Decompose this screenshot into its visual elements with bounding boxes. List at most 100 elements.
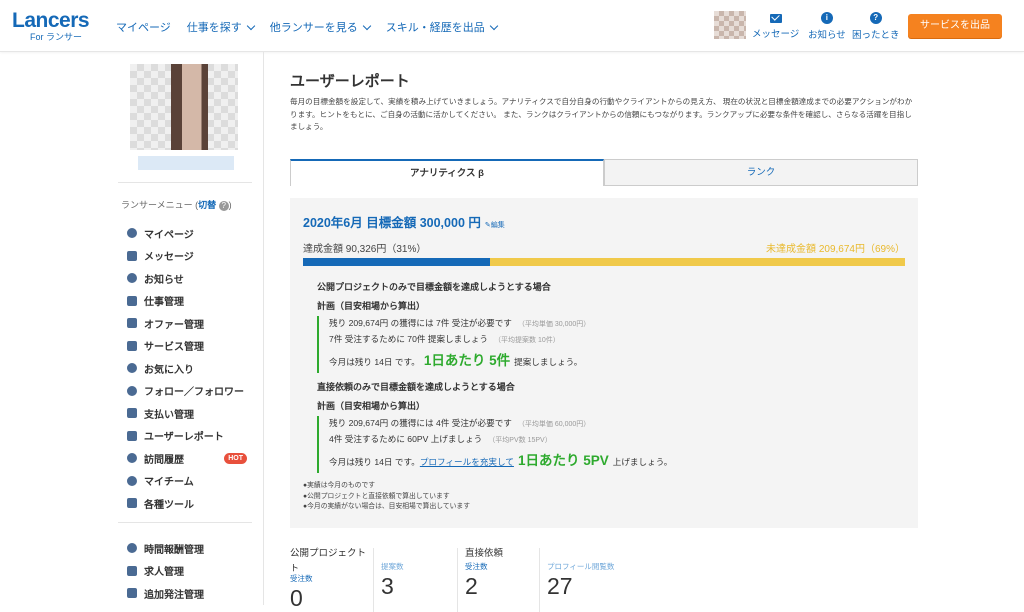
sidebar-item-additional-orders[interactable]: 追加発注管理: [127, 582, 257, 605]
nav-find-work[interactable]: 仕事を探す: [186, 19, 256, 35]
edit-goal-link[interactable]: ✎編集: [485, 222, 505, 229]
menu-switch-link[interactable]: 切替: [198, 200, 216, 210]
profile-photo[interactable]: [130, 64, 238, 150]
nav-mypage[interactable]: マイページ: [116, 19, 171, 35]
sidebar-item-my-team[interactable]: マイチーム: [127, 470, 257, 493]
sidebar-item-notifications[interactable]: お知らせ: [127, 267, 257, 290]
nav-find-work-label: 仕事を探す: [186, 22, 242, 34]
sidebar-item-hourly[interactable]: 時間報酬管理: [127, 537, 257, 560]
sidebar-item-follow[interactable]: フォロー／フォロワー: [127, 380, 257, 403]
nav-list-skills[interactable]: スキル・経歴を出品: [385, 19, 499, 35]
list-service-button[interactable]: サービスを出品: [908, 14, 1002, 38]
sidebar-item-visit-history[interactable]: 訪問履歴 HOT: [127, 447, 257, 470]
daily-target-value: 1日あたり 5件: [423, 353, 511, 368]
stat-label: プロフィール閲覧数: [547, 562, 615, 571]
daily-post: 上げましょう。: [612, 457, 673, 467]
nav-other-lancers-label: 他ランサーを見る: [269, 22, 358, 34]
goal-title: 2020年6月 目標金額 300,000 円 ✎編集: [303, 212, 505, 231]
help-label: 困ったとき: [852, 30, 900, 41]
sidebar-menu: マイページ メッセージ お知らせ 仕事管理 オファー管理 サービス管理 お気に入…: [127, 222, 257, 515]
goal-amount: 2020年6月 目標金額 300,000 円: [303, 216, 481, 230]
header-help-link[interactable]: ? 困ったとき: [852, 12, 900, 41]
achieved-amount: 達成金額 90,326円（31%）: [303, 244, 427, 255]
stat-heading: [381, 548, 457, 562]
logo-subtext: For ランサー: [30, 32, 83, 42]
plan-line: 残り 209,674円 の獲得には 7件 受注が必要です （平均単価 30,000…: [329, 316, 590, 332]
question-icon[interactable]: ?: [218, 200, 229, 211]
sidebar-item-label: ユーザーレポート: [144, 432, 224, 444]
nav-other-lancers[interactable]: 他ランサーを見る: [269, 19, 372, 35]
chevron-down-icon: [246, 21, 256, 30]
sidebar-item-label: お知らせ: [144, 274, 184, 286]
plan-line-text: 7件 受注するために 70件 提案しましょう: [329, 334, 489, 344]
stat-label: 受注数: [465, 562, 488, 571]
goal-progress-fill: [303, 258, 490, 266]
nav-list-skills-label: スキル・経歴を出品: [385, 22, 485, 34]
tab-rank[interactable]: ランク: [604, 159, 918, 186]
header-messages-link[interactable]: メッセージ: [752, 12, 799, 40]
wrench-icon: [127, 498, 137, 509]
plan-line-text: 残り 209,674円 の獲得には 7件 受注が必要です: [329, 318, 512, 328]
intro-text: 毎月の目標金額を設定して、実績を積み上げていきましょう。アナリティクスで自分自身…: [290, 97, 913, 131]
plan-heading: 公開プロジェクトのみで目標金額を達成しようとする場合: [317, 282, 551, 292]
sidebar-item-label: 仕事管理: [144, 297, 184, 309]
stat-label: 提案数: [381, 562, 404, 571]
mail-icon: [127, 250, 137, 261]
plan-body: 残り 209,674円 の獲得には 7件 受注が必要です （平均単価 30,000…: [317, 316, 590, 373]
chevron-down-icon: [489, 21, 499, 30]
sidebar-item-label: サービス管理: [144, 342, 204, 354]
chevron-down-icon: [362, 21, 372, 30]
sidebar-item-work[interactable]: 仕事管理: [127, 290, 257, 313]
menu-heading-label: ランサーメニュー (: [121, 200, 199, 210]
footprint-icon: [127, 453, 137, 464]
sidebar-item-label: 追加発注管理: [144, 589, 204, 601]
sidebar-item-label: オファー管理: [144, 319, 204, 331]
footnotes: ●実績は今月のものです ●公開プロジェクトと直接依頼で算出しています ●今月の実…: [303, 481, 470, 513]
stats-row: 公開プロジェクト ト 受注数 0 提案数 3 直接依頼 受注数 2 プロフィール…: [290, 548, 640, 612]
edit-label: 編集: [490, 222, 505, 229]
stat-value: 27: [547, 573, 573, 599]
tab-analytics[interactable]: アナリティクス β: [290, 159, 604, 186]
sidebar-item-tools[interactable]: 各種ツール: [127, 492, 257, 515]
lancers-logo[interactable]: Lancers For ランサー: [12, 10, 90, 43]
remaining-amount: 未達成金額 209,674円（69%）: [766, 244, 905, 255]
daily-target-value: 1日あたり 5PV: [517, 453, 609, 468]
plan-direct-requests: 直接依頼のみで目標金額を達成しようとする場合 計画（目安相場から算出） 残り 2…: [317, 380, 672, 473]
top-header: Lancers For ランサー マイページ 仕事を探す 他ランサーを見る スキ…: [0, 0, 1024, 52]
user-avatar[interactable]: [714, 11, 746, 39]
profile-name-blurred[interactable]: [138, 156, 234, 170]
stat-value: 0: [290, 585, 303, 611]
page-title: ユーザーレポート: [290, 73, 410, 90]
sidebar-item-services[interactable]: サービス管理: [127, 335, 257, 358]
sidebar-item-jobs[interactable]: 求人管理: [127, 560, 257, 583]
footnote: ●実績は今月のものです: [303, 482, 376, 489]
footnote: ●今月の実績がない場合は、目安相場で算出しています: [303, 503, 471, 510]
sidebar-item-offers[interactable]: オファー管理: [127, 312, 257, 335]
chart-icon: [127, 430, 137, 441]
sidebar-item-payments[interactable]: 支払い管理: [127, 402, 257, 425]
card-icon: [127, 408, 137, 419]
sidebar-item-mypage[interactable]: マイページ: [127, 222, 257, 245]
header-notifications-link[interactable]: i お知らせ: [808, 12, 846, 41]
sidebar-item-label: 各種ツール: [144, 499, 194, 511]
global-nav: マイページ 仕事を探す 他ランサーを見る スキル・経歴を出品: [116, 19, 513, 35]
sidebar-item-label: マイチーム: [144, 477, 194, 489]
building-icon: [127, 565, 137, 576]
sidebar-item-user-report[interactable]: ユーザーレポート: [127, 425, 257, 448]
stat-heading: 直接依頼: [465, 548, 504, 559]
stat-label: 受注数: [290, 574, 313, 583]
dashboard-icon: [127, 228, 137, 239]
nav-mypage-label: マイページ: [116, 22, 171, 34]
plan-line: 7件 受注するために 70件 提案しましょう （平均提案数 10件）: [329, 332, 590, 348]
footnote: ●公開プロジェクトと直接依頼で算出しています: [303, 492, 450, 500]
plan-note: （平均単価 30,000円）: [517, 321, 591, 328]
sidebar-item-favorites[interactable]: お気に入り: [127, 357, 257, 380]
stat-value: 2: [465, 573, 478, 599]
plan-line: 残り 209,674円 の獲得には 4件 受注が必要です （平均単価 60,000…: [329, 416, 672, 432]
plan-note: （平均提案数 10件）: [494, 337, 560, 344]
sidebar-item-messages[interactable]: メッセージ: [127, 245, 257, 268]
sidebar-item-label: フォロー／フォロワー: [144, 387, 244, 399]
briefcase-icon: [127, 318, 137, 329]
enrich-profile-link[interactable]: プロフィールを充実して: [420, 457, 514, 467]
plan-note: （平均単価 60,000円）: [517, 421, 591, 428]
